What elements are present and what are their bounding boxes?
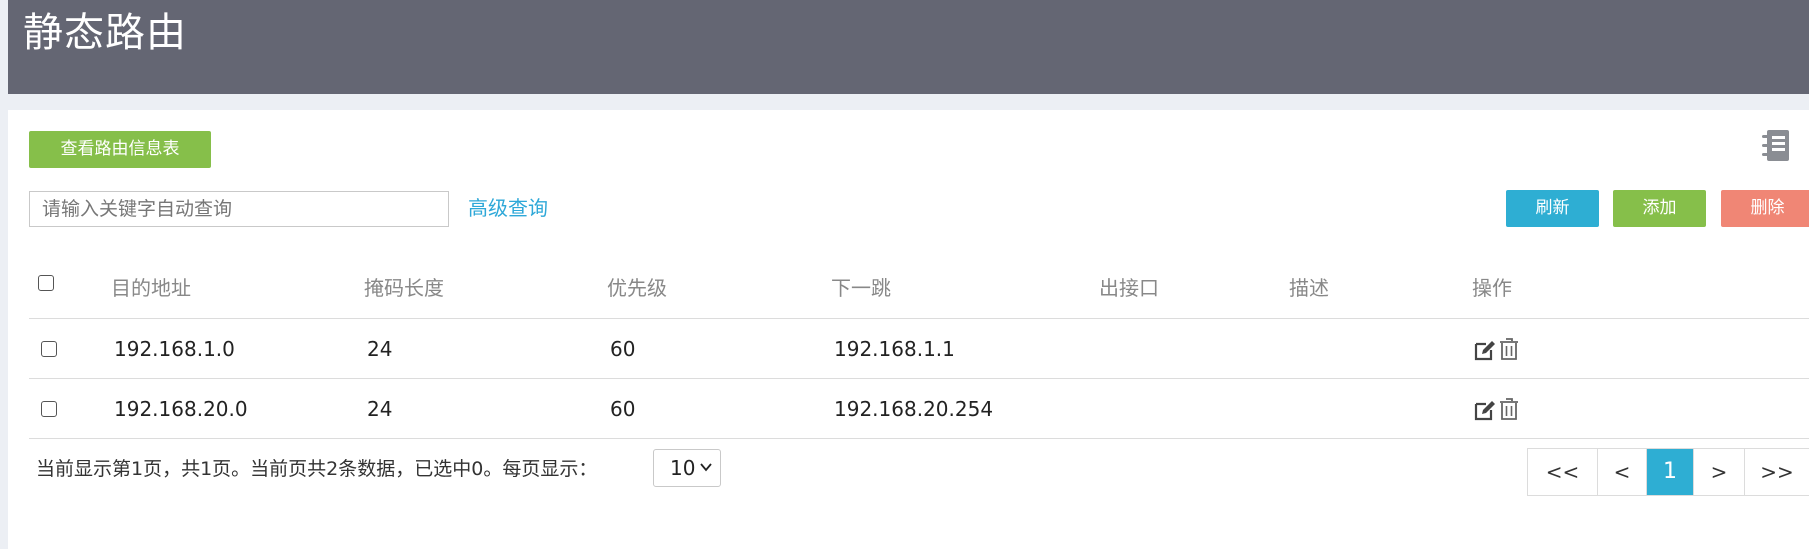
refresh-button[interactable]: 刷新 (1506, 190, 1599, 227)
column-header-interface: 出接口 (1099, 276, 1159, 300)
page: 静态路由 查看路由信息表 高级查询 刷新 添加 删除 目的地址 掩码长度 优先级… (0, 0, 1809, 549)
cell-next-hop: 192.168.20.254 (834, 397, 994, 421)
edit-icon[interactable] (1474, 339, 1496, 361)
view-route-table-button[interactable]: 查看路由信息表 (29, 131, 211, 168)
current-page-button[interactable]: 1 (1647, 449, 1694, 495)
search-input[interactable] (29, 191, 449, 227)
table-row: 192.168.20.0 24 60 192.168.20.254 (29, 379, 1809, 439)
row-checkbox[interactable] (41, 401, 57, 417)
chevron-down-icon (700, 463, 712, 472)
cell-destination: 192.168.1.0 (114, 337, 235, 361)
notebook-icon[interactable] (1761, 129, 1791, 163)
header-bar: 静态路由 (8, 0, 1809, 94)
delete-button[interactable]: 删除 (1721, 190, 1809, 227)
advanced-search-link[interactable]: 高级查询 (468, 193, 548, 223)
select-all-checkbox[interactable] (38, 275, 54, 291)
cell-priority: 60 (610, 337, 636, 361)
cell-next-hop: 192.168.1.1 (834, 337, 955, 361)
column-header-priority: 优先级 (607, 276, 667, 300)
cell-mask-length: 24 (367, 397, 393, 421)
trash-icon[interactable] (1499, 337, 1519, 361)
pagination-summary: 当前显示第1页，共1页。当前页共2条数据，已选中0。每页显示： (36, 458, 598, 480)
cell-destination: 192.168.20.0 (114, 397, 248, 421)
route-table: 目的地址 掩码长度 优先级 下一跳 出接口 描述 操作 192.168.1.0 … (29, 258, 1809, 439)
pagination: << < 1 > >> (1527, 448, 1809, 496)
table-row: 192.168.1.0 24 60 192.168.1.1 (29, 319, 1809, 379)
next-page-button[interactable]: > (1694, 449, 1745, 495)
content-panel: 查看路由信息表 高级查询 刷新 添加 删除 目的地址 掩码长度 优先级 下一跳 … (8, 110, 1809, 549)
row-checkbox[interactable] (41, 341, 57, 357)
add-button[interactable]: 添加 (1613, 190, 1706, 227)
trash-icon[interactable] (1499, 397, 1519, 421)
column-header-next-hop: 下一跳 (831, 276, 891, 300)
page-size-value: 10 (670, 456, 696, 480)
column-header-destination: 目的地址 (111, 276, 191, 300)
last-page-button[interactable]: >> (1745, 449, 1809, 495)
page-title: 静态路由 (23, 10, 187, 56)
cell-mask-length: 24 (367, 337, 393, 361)
column-header-mask-length: 掩码长度 (364, 276, 444, 300)
edit-icon[interactable] (1474, 399, 1496, 421)
column-header-description: 描述 (1289, 276, 1329, 300)
column-header-actions: 操作 (1472, 276, 1512, 300)
page-size-select[interactable]: 10 (653, 449, 721, 487)
cell-priority: 60 (610, 397, 636, 421)
prev-page-button[interactable]: < (1598, 449, 1647, 495)
first-page-button[interactable]: << (1528, 449, 1598, 495)
table-header: 目的地址 掩码长度 优先级 下一跳 出接口 描述 操作 (29, 258, 1809, 319)
